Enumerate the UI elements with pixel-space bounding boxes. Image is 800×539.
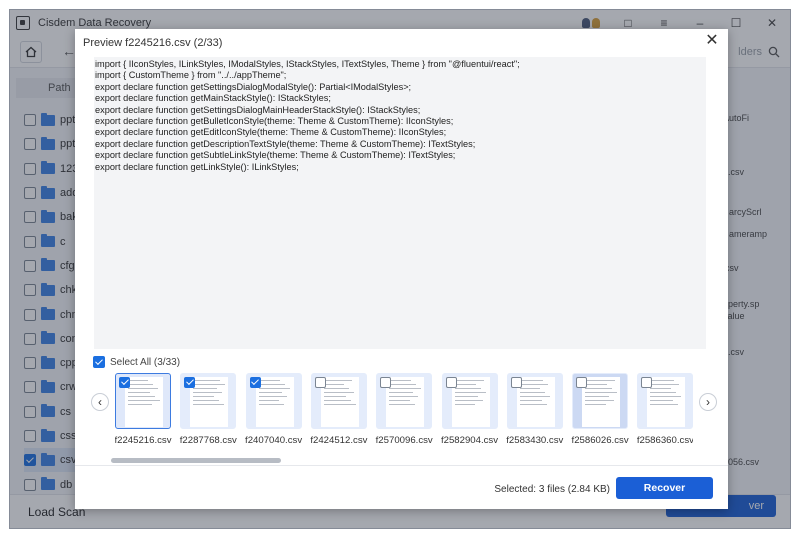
code-line: export declare function getSettingsDialo…: [95, 81, 412, 92]
thumbnail-preview[interactable]: [572, 373, 629, 429]
thumbnail-strip: ‹ f2245216.csv f2287768.csv f2407040.csv f2…: [91, 373, 723, 465]
thumbnail-page: [386, 377, 425, 427]
recover-button[interactable]: Recover: [616, 477, 713, 499]
thumbnail-filename: f2583430.csv: [506, 435, 564, 446]
file-thumbnail[interactable]: f2582904.csv: [440, 373, 502, 446]
file-thumbnail[interactable]: f2586360.csv: [637, 373, 693, 446]
select-all-box[interactable]: [93, 356, 105, 368]
select-all-label: Select All (3/33): [110, 356, 181, 368]
file-thumbnail[interactable]: f2407040.csv: [245, 373, 306, 446]
thumbnail-filename: f2287768.csv: [179, 435, 237, 446]
thumbnail-filename: f2582904.csv: [440, 435, 499, 446]
dialog-footer: Selected: 3 files (2.84 KB) Recover: [75, 465, 728, 509]
code-line: import { CustomTheme } from "../../appTh…: [95, 70, 287, 81]
file-thumbnail[interactable]: f2245216.csv: [115, 373, 175, 446]
thumbnail-filename: f2245216.csv: [115, 435, 172, 446]
thumbnail-page: [647, 377, 686, 427]
thumbnail-preview[interactable]: [441, 373, 498, 429]
code-line: import { IIconStyles, ILinkStyles, IModa…: [95, 59, 520, 69]
thumbnail-preview[interactable]: [245, 373, 302, 429]
thumbnail-checkbox[interactable]: [184, 377, 196, 388]
file-preview-content: import { IIconStyles, ILinkStyles, IModa…: [94, 57, 706, 349]
file-thumbnail[interactable]: f2586026.csv: [572, 373, 632, 446]
preview-dialog: Preview f2245216.csv (2/33) ✕ import { I…: [75, 29, 728, 509]
select-all-checkbox[interactable]: Select All (3/33): [93, 356, 180, 368]
thumbnail-page: [516, 377, 555, 427]
dialog-title: Preview f2245216.csv (2/33): [83, 37, 223, 49]
thumbnail-checkbox[interactable]: [380, 377, 392, 388]
thumbnail-page: [255, 377, 294, 427]
thumbnail-list: f2245216.csv f2287768.csv f2407040.csv f242…: [115, 373, 693, 465]
close-icon[interactable]: ✕: [704, 33, 720, 49]
file-thumbnail[interactable]: f2424512.csv: [310, 373, 371, 446]
code-line: export declare function getMainStackStyl…: [95, 93, 331, 104]
thumbnail-checkbox[interactable]: [641, 377, 653, 388]
thumbnail-checkbox[interactable]: [249, 377, 261, 388]
thumbnail-filename: f2570096.csv: [375, 435, 433, 446]
thumbnail-filename: f2407040.csv: [245, 435, 303, 446]
selected-summary: Selected: 3 files (2.84 KB): [494, 484, 610, 495]
thumbnail-page: [190, 377, 229, 427]
chevron-left-icon[interactable]: ‹: [91, 393, 109, 411]
thumbnail-preview[interactable]: [180, 373, 237, 429]
code-line: export declare function getSubtleLinkSty…: [95, 150, 456, 161]
thumbnail-checkbox[interactable]: [314, 377, 326, 388]
code-line: export declare function getSettingsDialo…: [95, 104, 421, 115]
thumbnail-filename: f2586360.csv: [636, 435, 693, 446]
code-line: export declare function getDescriptionTe…: [95, 138, 476, 149]
thumbnail-preview[interactable]: [115, 373, 171, 429]
thumbnail-preview[interactable]: [637, 373, 693, 429]
thumbnail-checkbox[interactable]: [576, 377, 588, 388]
chevron-right-icon[interactable]: ›: [699, 393, 717, 411]
thumbnail-page: [320, 377, 359, 427]
file-thumbnail[interactable]: f2570096.csv: [376, 373, 436, 446]
file-thumbnail[interactable]: f2583430.csv: [506, 373, 567, 446]
code-line: export declare function getBulletIconSty…: [95, 116, 454, 127]
thumbnail-page: [125, 377, 163, 427]
thumbnail-page: [451, 377, 490, 427]
code-line: export declare function getEditIconStyle…: [95, 127, 447, 138]
thumbnail-page: [582, 377, 621, 427]
thumbnail-checkbox[interactable]: [445, 377, 457, 388]
code-line: export declare function getLinkStyle(): …: [95, 161, 299, 172]
thumbnail-preview[interactable]: [506, 373, 563, 429]
thumbnail-checkbox[interactable]: [119, 377, 130, 388]
file-thumbnail[interactable]: f2287768.csv: [180, 373, 240, 446]
thumbnail-preview[interactable]: [376, 373, 433, 429]
thumbnail-scrollbar[interactable]: [111, 458, 281, 463]
thumbnail-preview[interactable]: [310, 373, 367, 429]
thumbnail-filename: f2586026.csv: [571, 435, 629, 446]
thumbnail-filename: f2424512.csv: [310, 435, 368, 446]
thumbnail-checkbox[interactable]: [510, 377, 522, 388]
